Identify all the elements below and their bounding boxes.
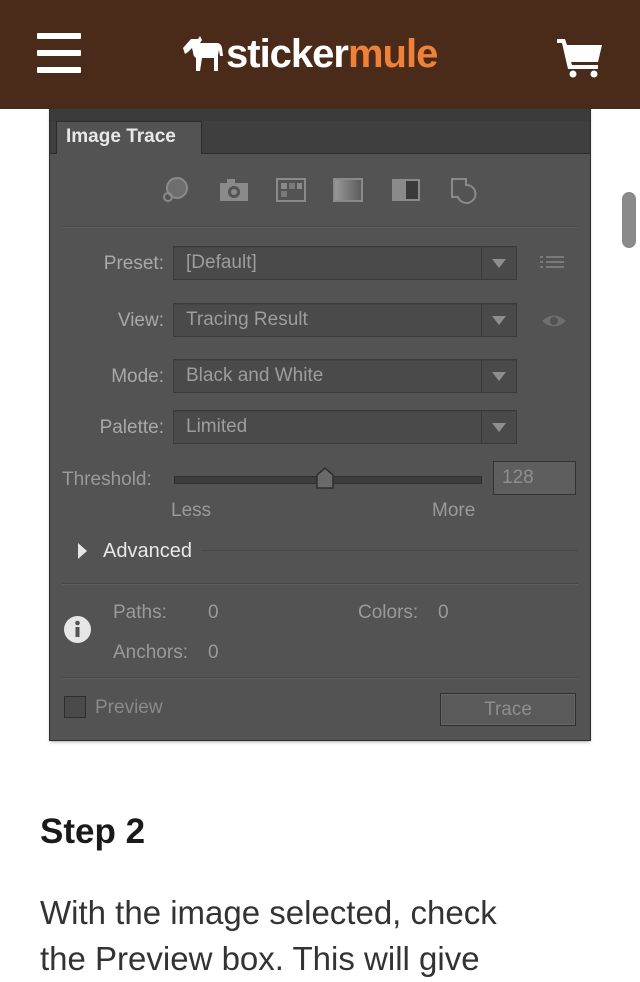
threshold-less-label: Less [171,500,212,521]
threshold-more-label: More [432,500,476,521]
page-scrollbar[interactable] [622,192,636,248]
colors-label: Colors: [358,602,419,623]
disclosure-triangle-icon[interactable] [78,543,87,559]
preset-label: Preset: [103,253,164,274]
chevron-down-icon [481,411,516,443]
trace-button[interactable]: Trace [440,693,576,726]
info-icon [64,616,91,643]
chevron-down-icon [481,360,516,392]
chevron-down-icon [481,247,516,279]
mode-label: Mode: [111,366,164,387]
threshold-label: Threshold: [62,469,152,490]
low-color-icon[interactable] [275,175,307,205]
advanced-toggle[interactable]: Advanced [103,540,192,563]
mode-value: Black and White [186,365,324,386]
advanced-divider [202,550,578,551]
mode-dropdown[interactable]: Black and White [173,359,517,393]
tab-image-trace[interactable]: Image Trace [56,121,202,154]
shopping-cart-icon[interactable] [556,36,604,78]
stickermule-logo[interactable]: sticker mule [180,24,438,84]
bottom-divider [62,677,578,679]
preset-value: [Default] [186,252,257,273]
palette-label: Palette: [99,417,164,438]
chevron-down-icon [481,304,516,336]
colors-value: 0 [438,602,449,623]
panel-tab-bar: Image Trace [50,121,590,154]
black-and-white-icon[interactable] [390,175,422,205]
auto-color-icon[interactable] [160,175,192,205]
step-heading: Step 2 [40,812,146,851]
preset-dropdown[interactable]: [Default] [173,246,517,280]
preview-checkbox[interactable] [64,696,86,718]
view-label: View: [117,310,164,331]
anchors-value: 0 [208,642,219,663]
high-color-icon[interactable] [218,175,250,205]
image-trace-panel-screenshot: Image Trace Preset: [Default] View: Trac… [50,109,590,740]
article-paragraph: With the image selected, check the Previ… [40,890,610,982]
logo-text-sticker: sticker [226,32,349,76]
hamburger-menu-icon[interactable] [37,33,81,73]
paths-label: Paths: [113,602,167,623]
panel-top-strip [50,109,590,121]
logo-text-mule: mule [347,32,438,76]
grayscale-icon[interactable] [332,175,364,205]
stats-divider [62,583,578,585]
preview-label: Preview [95,697,163,718]
preset-list-icon[interactable] [540,254,566,272]
paths-value: 0 [208,602,219,623]
palette-value: Limited [186,416,248,437]
mule-horse-logo-icon [183,36,223,71]
threshold-slider-thumb[interactable] [316,467,334,489]
anchors-label: Anchors: [113,642,188,663]
toolbar-divider [62,226,578,228]
outline-icon[interactable] [448,175,480,205]
site-header: sticker mule [0,0,640,109]
view-dropdown[interactable]: Tracing Result [173,303,517,337]
paragraph-line-1: With the image selected, check [40,894,497,931]
threshold-value-field[interactable]: 128 [493,461,576,495]
palette-dropdown[interactable]: Limited [173,410,517,444]
eye-icon[interactable] [540,312,568,330]
view-value: Tracing Result [186,309,308,330]
